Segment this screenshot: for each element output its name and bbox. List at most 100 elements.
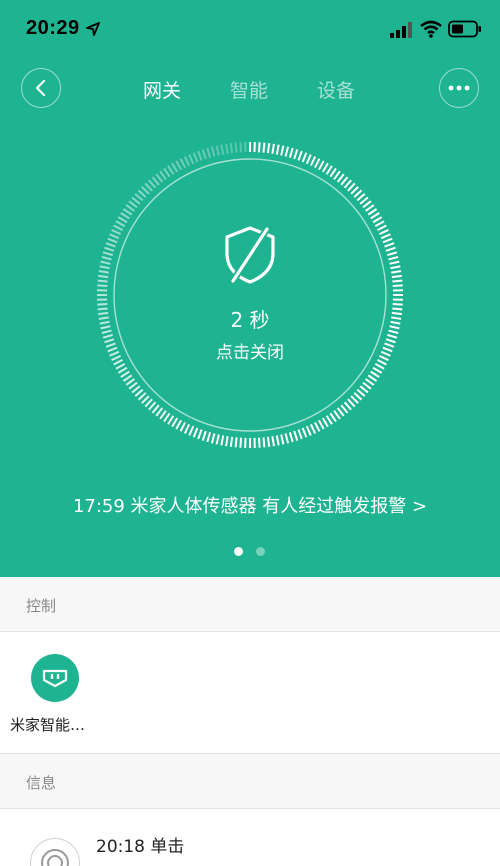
dial-tick bbox=[128, 200, 138, 209]
dial-tick bbox=[120, 370, 130, 378]
dial-tick bbox=[175, 160, 182, 171]
dial-tick bbox=[390, 265, 401, 270]
dial-tick bbox=[234, 437, 238, 448]
dial-tick bbox=[179, 158, 186, 169]
back-button[interactable] bbox=[21, 68, 61, 108]
dial-tick bbox=[356, 388, 366, 397]
tab-gateway[interactable]: 网关 bbox=[143, 76, 181, 103]
alarm-log-link[interactable]: 17:59 米家人体传感器 有人经过触发报警 > bbox=[0, 492, 500, 518]
dial-tick bbox=[318, 419, 325, 430]
dial-tick bbox=[113, 359, 124, 366]
dial-tick bbox=[128, 381, 138, 390]
dial-tick bbox=[183, 423, 191, 434]
dial-tick bbox=[340, 404, 349, 414]
dial-tick bbox=[288, 432, 294, 443]
info-event-text: 20:18 单击 bbox=[96, 837, 185, 857]
dial-tick bbox=[391, 270, 402, 274]
dial-tick bbox=[171, 162, 179, 173]
dial-tick bbox=[192, 427, 199, 438]
device-label: 米家智能… bbox=[10, 716, 86, 734]
device-tile[interactable]: 米家智能… bbox=[10, 654, 106, 740]
dial-tick bbox=[122, 374, 133, 382]
dial-tick bbox=[163, 412, 171, 423]
dial-tick bbox=[365, 378, 375, 386]
dial-inner-ring bbox=[113, 158, 387, 432]
dial-tick bbox=[392, 284, 403, 288]
dial-tick bbox=[97, 279, 108, 283]
dial-tick bbox=[101, 329, 112, 335]
dial-tick bbox=[280, 434, 285, 445]
dial-tick bbox=[309, 156, 317, 167]
dial-tick bbox=[350, 186, 359, 195]
dial-tick bbox=[333, 170, 341, 180]
dial-tick bbox=[134, 388, 144, 397]
dial-tick bbox=[376, 359, 387, 366]
status-bar: 20:29 bbox=[0, 0, 500, 60]
switch-button-icon bbox=[30, 838, 80, 866]
dial-tick bbox=[350, 395, 359, 404]
dial-tick bbox=[305, 154, 312, 165]
dial-tick bbox=[159, 410, 167, 420]
dial-tick bbox=[284, 146, 290, 157]
wifi-icon bbox=[420, 20, 442, 38]
dial-tick bbox=[293, 149, 299, 160]
dial-tick bbox=[280, 145, 285, 156]
dial-tick bbox=[98, 316, 109, 320]
dial-tick bbox=[387, 333, 398, 339]
dial-tick bbox=[117, 216, 128, 224]
dial-tick bbox=[188, 154, 195, 165]
countdown-dial[interactable] bbox=[96, 141, 404, 449]
dial-tick bbox=[99, 265, 110, 270]
dial-tick bbox=[105, 342, 116, 348]
dial-tick bbox=[392, 279, 403, 283]
dial-tick bbox=[141, 395, 150, 404]
dial-tick bbox=[288, 147, 294, 158]
dial-tick bbox=[239, 437, 243, 448]
dial-tick bbox=[343, 179, 352, 189]
location-arrow-icon bbox=[86, 22, 100, 36]
dial-tick bbox=[365, 204, 375, 212]
dial-tick bbox=[309, 423, 317, 434]
dial-tick bbox=[318, 160, 325, 171]
tab-automation[interactable]: 智能 bbox=[230, 76, 268, 103]
dial-tick bbox=[151, 176, 160, 186]
dial-tick bbox=[392, 307, 403, 311]
dial-tick bbox=[362, 381, 372, 390]
cellular-signal-icon bbox=[390, 22, 412, 38]
dial-tick bbox=[262, 142, 266, 153]
dial-tick bbox=[356, 193, 366, 202]
dial-tick bbox=[117, 366, 128, 374]
dial-tick bbox=[151, 404, 160, 414]
dial-tick bbox=[388, 255, 399, 261]
dial-tick bbox=[372, 366, 383, 374]
dial-tick bbox=[109, 233, 120, 240]
dial-tick bbox=[384, 242, 395, 248]
dial-tick bbox=[353, 392, 363, 401]
dial-tick bbox=[102, 333, 113, 339]
dial-tick bbox=[98, 274, 109, 279]
dial-tick bbox=[336, 407, 345, 417]
more-button[interactable] bbox=[439, 68, 479, 108]
dial-tick bbox=[105, 242, 116, 248]
dial-tick bbox=[225, 143, 229, 154]
dial-tick bbox=[159, 170, 167, 180]
dial-tick bbox=[347, 182, 356, 192]
dial-tick bbox=[210, 146, 216, 157]
dial-tick bbox=[239, 142, 243, 153]
dial-tick bbox=[314, 421, 321, 432]
tap-to-close-text[interactable]: 点击关闭 bbox=[150, 338, 350, 363]
tab-devices[interactable]: 设备 bbox=[317, 76, 355, 103]
info-list-item[interactable]: 20:18 单击 bbox=[0, 810, 500, 866]
dial-tick bbox=[271, 143, 275, 154]
countdown-text: 2 秒 bbox=[230, 308, 270, 332]
dial-tick bbox=[100, 260, 111, 265]
dial-tick bbox=[131, 196, 141, 205]
dial-tick bbox=[141, 186, 150, 195]
dial-tick bbox=[336, 173, 345, 183]
dial-tick bbox=[97, 284, 108, 288]
dial-tick bbox=[382, 237, 393, 244]
dial-tick bbox=[391, 274, 402, 279]
dial-tick bbox=[102, 251, 113, 257]
dial-tick bbox=[389, 325, 400, 330]
dial-tick bbox=[107, 346, 118, 353]
